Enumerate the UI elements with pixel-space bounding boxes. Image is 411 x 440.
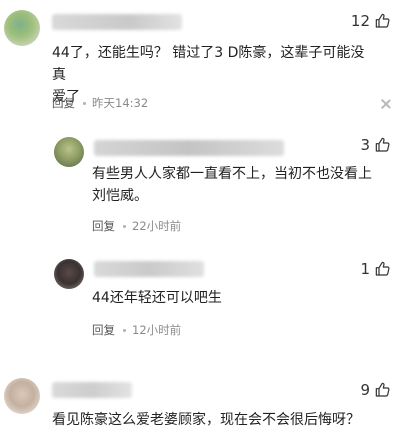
- timestamp: 昨天14:32: [92, 96, 149, 110]
- username[interactable]: [52, 382, 132, 398]
- thumbs-up-icon: [375, 13, 390, 28]
- reply-button[interactable]: 回复: [52, 95, 75, 111]
- separator-dot: [123, 328, 126, 332]
- username[interactable]: [94, 261, 204, 277]
- like-count: 3: [360, 136, 370, 154]
- comment-item: 12 44了，还能生吗？ 错过了3 D陈豪，这辈子可能没真 爱了 回复 昨天14…: [0, 0, 411, 120]
- username[interactable]: [94, 140, 284, 156]
- comment-text: 有些男人人家都一直看不上，当初不也没看上 刘恺威。: [92, 166, 372, 204]
- avatar[interactable]: [54, 259, 84, 289]
- comment-text: 44还年轻还可以吧生: [92, 290, 222, 306]
- timestamp: 22小时前: [132, 219, 182, 233]
- reply-button[interactable]: 回复: [92, 322, 115, 338]
- like-count: 12: [350, 12, 370, 30]
- like-count: 9: [360, 381, 370, 399]
- like-button[interactable]: 3: [360, 136, 391, 154]
- thumbs-up-icon: [375, 382, 390, 397]
- separator-dot: [123, 224, 126, 228]
- like-button[interactable]: 12: [351, 12, 391, 30]
- avatar[interactable]: [4, 378, 40, 414]
- avatar[interactable]: [54, 137, 84, 167]
- comment-item: 1 44还年轻还可以吧生 回复 12小时前: [0, 250, 411, 350]
- comment-meta: 回复 22小时前: [92, 218, 181, 234]
- like-count: 1: [360, 260, 370, 278]
- comment-meta: 回复 12小时前: [92, 322, 181, 338]
- reply-button[interactable]: 回复: [92, 218, 115, 234]
- thumbs-up-icon: [375, 137, 390, 152]
- comment-item: 3 有些男人人家都一直看不上，当初不也没看上 刘恺威。 回复 22小时前: [0, 130, 411, 245]
- close-icon[interactable]: [381, 99, 391, 109]
- timestamp: 12小时前: [132, 323, 182, 337]
- like-button[interactable]: 9: [360, 381, 391, 399]
- separator-dot: [83, 101, 86, 105]
- comment-text: 看见陈豪这么爱老婆顾家，现在会不会很后悔呀？: [52, 412, 360, 428]
- comment-meta: 回复 昨天14:32: [52, 95, 148, 111]
- like-button[interactable]: 1: [360, 260, 391, 278]
- avatar[interactable]: [4, 10, 40, 46]
- username[interactable]: [52, 14, 182, 30]
- thumbs-up-icon: [375, 261, 390, 276]
- comment-item: 9 看见陈豪这么爱老婆顾家，现在会不会很后悔呀？: [0, 370, 411, 440]
